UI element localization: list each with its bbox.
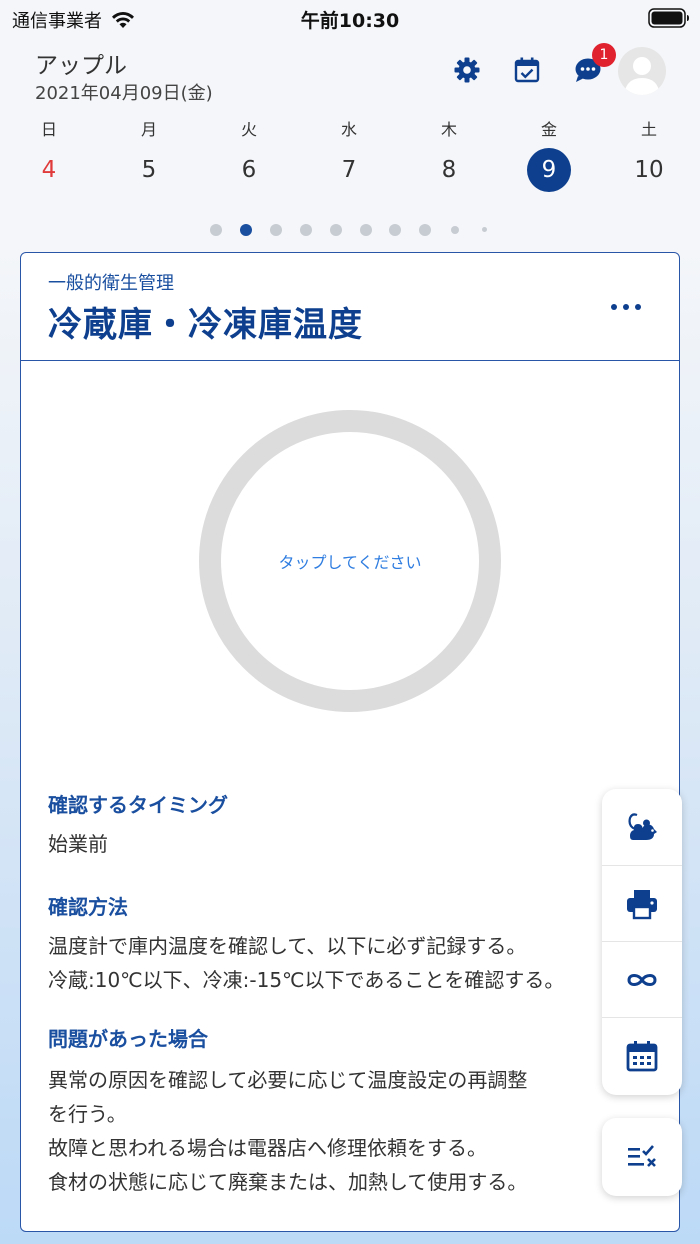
more-options-button[interactable] (611, 297, 641, 317)
calendar-button[interactable] (602, 1017, 682, 1093)
repeat-button[interactable] (602, 941, 682, 1017)
day-name: 土 (640, 120, 657, 139)
day-sunday[interactable]: 日 4 (19, 118, 79, 192)
checklist-icon (628, 1145, 656, 1167)
method-line: 温度計で庫内温度を確認して、以下に必ず記録する。 (48, 934, 527, 958)
calendar-check-icon (514, 57, 540, 83)
page-dot[interactable] (270, 224, 282, 236)
status-time: 午前10:30 (300, 10, 400, 32)
issue-body: 異常の原因を確認して必要に応じて温度設定の再調整 を行う。 故障と思われる場合は… (48, 1063, 527, 1199)
page-dot[interactable] (482, 227, 487, 232)
day-name: 月 (140, 120, 157, 139)
user-icon (624, 57, 660, 95)
page-dot[interactable] (300, 224, 312, 236)
issue-line: 食材の状態に応じて廃棄または、加熱して使用する。 (48, 1170, 528, 1194)
battery-icon (648, 8, 689, 28)
issue-line: を行う。 (48, 1102, 127, 1126)
more-dot (611, 304, 617, 310)
method-body: 温度計で庫内温度を確認して、以下に必ず記録する。 冷蔵:10℃以下、冷凍:-15… (48, 929, 564, 997)
card-header: 一般的衛生管理 冷蔵庫・冷凍庫温度 (21, 253, 679, 361)
tap-prompt: タップしてください (278, 553, 422, 572)
issue-line: 異常の原因を確認して必要に応じて温度設定の再調整 (48, 1068, 528, 1092)
infinity-icon (627, 973, 657, 986)
calendar-check-button[interactable] (511, 54, 543, 86)
day-name: 木 (440, 120, 457, 139)
day-name: 水 (340, 120, 357, 139)
timing-line: 始業前 (48, 832, 108, 856)
day-number: 8 (441, 157, 457, 183)
gear-icon (454, 57, 480, 83)
page-dot[interactable] (419, 224, 431, 236)
task-card: 一般的衛生管理 冷蔵庫・冷凍庫温度 タップしてください 確認するタイミング 始業… (20, 252, 680, 1232)
method-line: 冷蔵:10℃以下、冷凍:-15℃以下であることを確認する。 (48, 968, 565, 992)
day-number: 5 (141, 157, 157, 183)
method-heading: 確認方法 (48, 895, 128, 919)
page-dot-active[interactable] (240, 224, 252, 236)
day-name: 火 (240, 120, 257, 139)
avatar[interactable] (618, 47, 666, 95)
day-number: 9 (527, 148, 571, 192)
day-number: 6 (241, 157, 257, 183)
notification-badge: 1 (592, 43, 616, 67)
print-icon (627, 889, 657, 919)
user-name: アップル (35, 53, 127, 79)
card-category: 一般的衛生管理 (48, 273, 174, 294)
action-menu (602, 789, 682, 1095)
settings-button[interactable] (451, 54, 483, 86)
page-dot[interactable] (451, 226, 459, 234)
pest-control-button[interactable] (602, 789, 682, 865)
checklist-button[interactable] (602, 1118, 682, 1196)
current-date: 2021年04月09日(金) (35, 83, 213, 104)
day-tuesday[interactable]: 火 6 (219, 118, 279, 192)
calendar-icon (626, 1040, 658, 1071)
status-bar: 通信事業者 午前10:30 (0, 0, 700, 36)
more-dot (623, 304, 629, 310)
day-number: 7 (341, 157, 357, 183)
page-dot[interactable] (389, 224, 401, 236)
more-dot (635, 304, 641, 310)
page-dot[interactable] (360, 224, 372, 236)
print-button[interactable] (602, 865, 682, 941)
day-monday[interactable]: 月 5 (119, 118, 179, 192)
card-title: 冷蔵庫・冷凍庫温度 (48, 305, 363, 345)
tap-ring-button[interactable]: タップしてください (199, 410, 501, 712)
issue-line: 故障と思われる場合は電器店へ修理依頼をする。 (48, 1136, 487, 1160)
day-name: 金 (540, 120, 557, 139)
day-friday-selected[interactable]: 金 9 (519, 118, 579, 192)
page-indicator[interactable] (0, 223, 700, 237)
day-saturday[interactable]: 土 10 (619, 118, 679, 192)
mouse-icon (628, 813, 657, 840)
day-number: 10 (634, 157, 664, 183)
day-wednesday[interactable]: 水 7 (319, 118, 379, 192)
timing-body: 始業前 (48, 827, 108, 861)
timing-heading: 確認するタイミング (48, 793, 228, 817)
issue-heading: 問題があった場合 (48, 1027, 208, 1051)
week-strip: 日 4 月 5 火 6 水 7 木 8 金 9 土 10 (0, 118, 700, 198)
day-number: 4 (41, 157, 57, 183)
day-name: 日 (40, 120, 57, 139)
day-thursday[interactable]: 木 8 (419, 118, 479, 192)
page-dot[interactable] (210, 224, 222, 236)
page-dot[interactable] (330, 224, 342, 236)
